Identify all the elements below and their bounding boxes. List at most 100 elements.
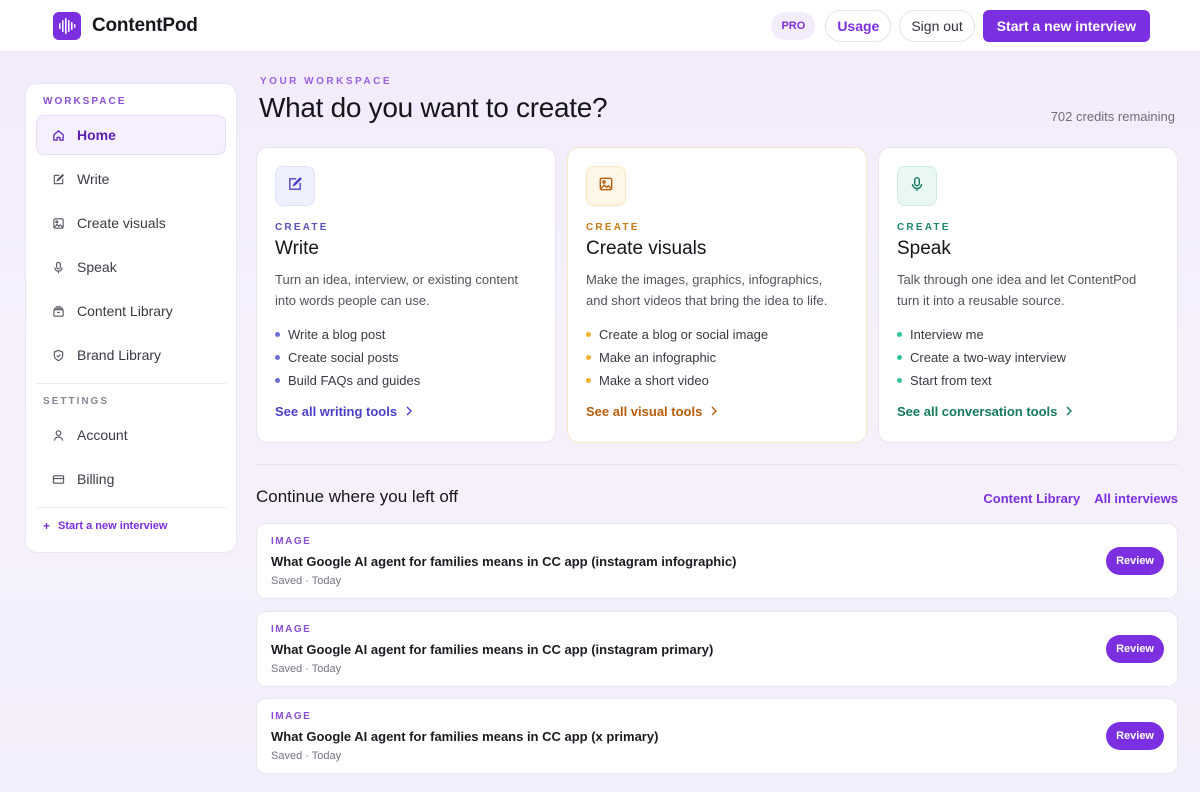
card-tool-item[interactable]: Create social posts [275,346,537,369]
card-tool-list: Create a blog or social image Make an in… [586,323,848,392]
bullet-dot [586,355,591,360]
card-description-line: Turn an idea, interview, or existing con… [275,272,519,287]
image-icon [51,216,65,230]
recent-item-meta: Saved · Today [271,663,342,675]
top-bar: ContentPod PRO Usage Sign out Start a ne… [0,0,1200,52]
card-tool-item[interactable]: Build FAQs and guides [275,369,537,392]
recent-item-kind: IMAGE [271,536,312,547]
page-title: What do you want to create? [259,92,608,123]
card-tool-list: Interview me Create a two-way interview … [897,323,1159,392]
card-tool-label: Interview me [910,327,984,342]
card-icon-tile [275,166,315,206]
chevron-right-icon [710,404,718,419]
card-tool-item[interactable]: Make a short video [586,369,848,392]
card-description-line: into words people can use. [275,293,430,308]
card-description: Turn an idea, interview, or existing con… [275,269,537,311]
card-tool-item[interactable]: Make an infographic [586,346,848,369]
shield-icon [51,348,65,362]
card-tool-label: Create a blog or social image [599,327,769,342]
chevron-right-icon [1065,404,1073,419]
card-description-line: Talk through one idea and let ContentPod [897,272,1137,287]
sign-out-button[interactable]: Sign out [899,9,975,42]
recent-item-kind: IMAGE [271,711,312,722]
review-button[interactable]: Review [1106,635,1164,663]
sidebar-item-content-library[interactable]: Content Library [36,291,226,331]
sidebar-item-speak[interactable]: Speak [36,247,226,287]
recent-item-row[interactable]: IMAGE What Google AI agent for families … [256,698,1178,774]
brand-logo-icon[interactable] [53,11,81,40]
card-tool-label: Make a short video [599,373,709,388]
plus-icon: + [43,519,51,533]
sidebar-item-label: Create visuals [77,215,166,231]
review-button[interactable]: Review [1106,547,1164,575]
edit-icon [51,172,65,186]
create-card-write[interactable]: CREATE Write Turn an idea, interview, or… [256,147,556,443]
card-tool-item[interactable]: Create a blog or social image [586,323,848,346]
sidebar-heading-settings: SETTINGS [43,396,110,407]
sidebar-item-create-visuals[interactable]: Create visuals [36,203,226,243]
card-link-label: See all conversation tools [897,404,1058,419]
sidebar-item-label: Account [77,427,128,443]
credit-card-icon [51,472,65,486]
sidebar-new-interview-link[interactable]: + Start a new interview [36,519,226,533]
card-tool-label: Write a blog post [288,327,386,342]
microphone-icon [51,260,65,274]
recent-item-title: What Google AI agent for families means … [271,642,714,657]
card-tool-label: Start from text [910,373,992,388]
sidebar-item-billing[interactable]: Billing [36,459,226,499]
edit-icon [287,176,303,197]
create-card-speak[interactable]: CREATE Speak Talk through one idea and l… [878,147,1178,443]
sidebar-item-label: Speak [77,259,117,275]
recent-item-row[interactable]: IMAGE What Google AI agent for families … [256,611,1178,687]
recent-item-meta: Saved · Today [271,575,342,587]
card-tool-item[interactable]: Write a blog post [275,323,537,346]
home-icon [51,128,65,142]
continue-links: Content Library All interviews [983,491,1178,506]
card-title: Write [275,238,319,259]
create-card-visuals[interactable]: CREATE Create visuals Make the images, g… [567,147,867,443]
bullet-dot [897,355,902,360]
archive-icon [51,304,65,318]
chevron-right-icon [405,404,413,419]
all-interviews-link[interactable]: All interviews [1094,491,1178,506]
card-tool-label: Build FAQs and guides [288,373,421,388]
sidebar-new-interview-label: Start a new interview [58,520,168,532]
start-interview-button[interactable]: Start a new interview [982,9,1150,42]
content-library-link[interactable]: Content Library [983,491,1080,506]
microphone-icon [909,176,925,197]
see-all-writing-tools-link[interactable]: See all writing tools [275,404,537,419]
bullet-dot [275,378,280,383]
sidebar-item-label: Home [77,127,116,143]
sidebar-item-brand-library[interactable]: Brand Library [36,335,226,375]
card-eyebrow: CREATE [897,222,951,233]
card-description: Talk through one idea and let ContentPod… [897,269,1159,311]
sidebar-divider [36,507,226,508]
sidebar-item-write[interactable]: Write [36,159,226,199]
sidebar-item-account[interactable]: Account [36,415,226,455]
usage-button[interactable]: Usage [825,9,892,42]
recent-item-row[interactable]: IMAGE What Google AI agent for families … [256,523,1178,599]
card-tool-item[interactable]: Start from text [897,369,1159,392]
see-all-conversation-tools-link[interactable]: See all conversation tools [897,404,1159,419]
card-description: Make the images, graphics, infographics,… [586,269,848,311]
card-eyebrow: CREATE [586,222,640,233]
see-all-visual-tools-link[interactable]: See all visual tools [586,404,848,419]
card-description-line: and short videos that bring the idea to … [586,293,828,308]
card-link-label: See all writing tools [275,404,398,419]
card-tool-item[interactable]: Create a two-way interview [897,346,1159,369]
continue-section-title: Continue where you left off [256,487,458,506]
brand-name[interactable]: ContentPod [92,15,198,37]
card-tool-item[interactable]: Interview me [897,323,1159,346]
card-tool-label: Make an infographic [599,350,717,365]
card-tool-label: Create a two-way interview [910,350,1067,365]
card-tool-label: Create social posts [288,350,399,365]
bullet-dot [275,355,280,360]
section-divider [256,464,1178,465]
sidebar-item-label: Billing [77,471,115,487]
bullet-dot [586,332,591,337]
card-description-line: Make the images, graphics, infographics, [586,272,823,287]
top-actions: PRO Usage Sign out Start a new interview [771,9,1150,42]
sidebar-item-home[interactable]: Home [36,115,226,155]
bullet-dot [275,332,280,337]
review-button[interactable]: Review [1106,722,1164,750]
